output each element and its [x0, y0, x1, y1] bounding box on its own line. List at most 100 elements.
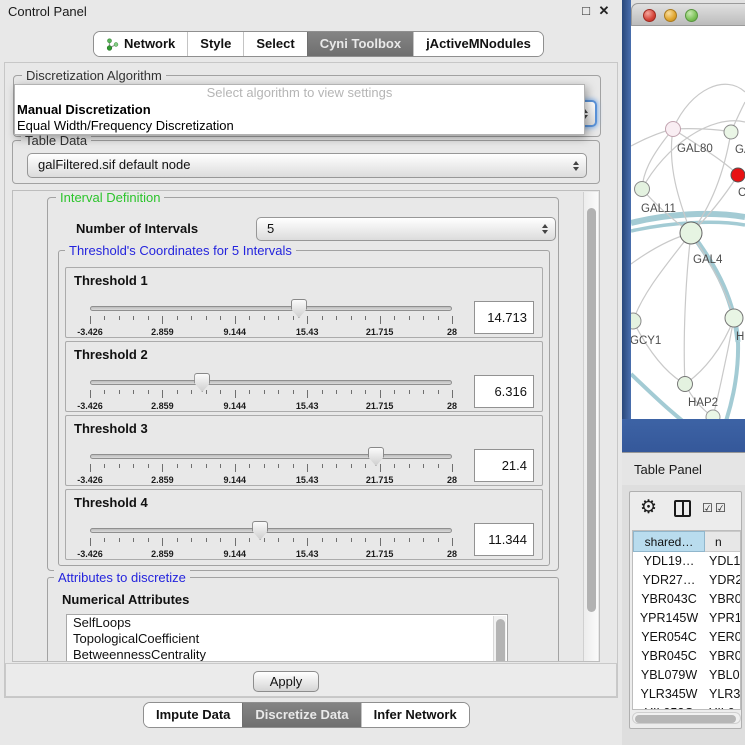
network-edge[interactable]: [633, 321, 685, 384]
network-node[interactable]: [724, 125, 738, 139]
algorithm-popup-options: Manual DiscretizationEqual Width/Frequen…: [15, 102, 584, 134]
table-data-combobox[interactable]: galFiltered.sif default node: [27, 153, 587, 178]
numerical-attributes-list[interactable]: SelfLoopsTopologicalCoefficientBetweenne…: [66, 614, 508, 662]
bottom-tab-bar: Impute DataDiscretize DataInfer Network: [143, 702, 470, 728]
tab-select[interactable]: Select: [243, 32, 306, 56]
slider-track[interactable]: [90, 380, 452, 385]
network-node[interactable]: [678, 377, 693, 392]
table-horizontal-scrollbar[interactable]: [632, 712, 741, 724]
attribute-item-topologicalcoefficient[interactable]: TopologicalCoefficient: [67, 631, 507, 647]
threshold-value-input[interactable]: [474, 523, 534, 556]
table-row[interactable]: YDL19…YDL1: [633, 552, 740, 571]
float-window-icon[interactable]: □: [578, 3, 594, 19]
table-panel-inner: ⚙ ☑ ☑ shared…n YDL19…YDL1YDR27…YDR2YBR04…: [629, 491, 742, 729]
table-row[interactable]: YDR27…YDR2: [633, 571, 740, 590]
tab-style[interactable]: Style: [187, 32, 243, 56]
attributes-group-title: Attributes to discretize: [54, 570, 190, 585]
network-edge[interactable]: [685, 318, 734, 384]
table-row[interactable]: YIL052CYIL0: [633, 704, 740, 710]
table-cell: YBL0: [705, 666, 740, 685]
tab-infer-network[interactable]: Infer Network: [361, 703, 469, 727]
control-panel-titlebar: Control Panel □ ✕: [0, 0, 622, 24]
table-data-group: Table Data galFiltered.sif default node: [12, 140, 600, 184]
attribute-item-betweennesscentrality[interactable]: BetweennessCentrality: [67, 647, 507, 662]
scale-label: 2.859: [151, 401, 174, 411]
scrollbar-thumb[interactable]: [496, 619, 505, 662]
network-view-window: GAL80GAGAL11CGAL4GCY1HHAP2: [622, 0, 745, 452]
apply-button[interactable]: Apply: [253, 671, 319, 692]
table-column-header[interactable]: shared…: [633, 531, 705, 552]
table-row[interactable]: YBR045CYBR0: [633, 647, 740, 666]
threshold-slider[interactable]: -3.4262.8599.14415.4321.71528: [90, 372, 452, 412]
slider-track[interactable]: [90, 528, 452, 533]
table-panel-titlebar: Table Panel: [622, 452, 745, 485]
network-node[interactable]: [680, 222, 702, 244]
network-node-label: HAP2: [688, 397, 718, 409]
threshold-value-input[interactable]: [474, 375, 534, 408]
scale-label: -3.426: [77, 475, 103, 485]
zoom-traffic-light-icon[interactable]: [685, 9, 698, 22]
table-row[interactable]: YLR345WYLR3: [633, 685, 740, 704]
checkbox-icon[interactable]: ☑: [702, 501, 713, 515]
interval-definition-group-title: Interval Definition: [56, 190, 164, 205]
table-column-header[interactable]: n: [705, 531, 740, 552]
checkbox-icon[interactable]: ☑: [715, 501, 726, 515]
combo-arrows-icon: [573, 161, 579, 171]
tab-network[interactable]: Network: [94, 32, 187, 56]
table-cell: YBR0: [705, 590, 740, 609]
table-row[interactable]: YER054CYER0: [633, 628, 740, 647]
table-row[interactable]: YPR145WYPR1: [633, 609, 740, 628]
split-columns-icon[interactable]: [674, 500, 691, 517]
network-node[interactable]: [706, 410, 720, 419]
close-icon[interactable]: ✕: [596, 3, 612, 19]
threshold-value-input[interactable]: [474, 449, 534, 482]
threshold-slider[interactable]: -3.4262.8599.14415.4321.71528: [90, 520, 452, 560]
slider-track[interactable]: [90, 306, 452, 311]
threshold-slider[interactable]: -3.4262.8599.14415.4321.71528: [90, 446, 452, 486]
slider-ticks: [90, 464, 452, 474]
scrollbar-thumb[interactable]: [635, 715, 736, 723]
attribute-item-selfloops[interactable]: SelfLoops: [67, 615, 507, 631]
tab-jactivemnodules[interactable]: jActiveMNodules: [413, 32, 543, 56]
combo-arrows-icon: [542, 224, 548, 234]
node-table-header: shared…n: [633, 531, 740, 552]
table-row[interactable]: YBR043CYBR0: [633, 590, 740, 609]
network-node[interactable]: [731, 168, 745, 182]
network-node[interactable]: [725, 309, 743, 327]
network-window-frame: [622, 0, 631, 452]
algorithm-option-manual-discretization[interactable]: Manual Discretization: [15, 102, 584, 118]
network-node[interactable]: [631, 313, 641, 329]
network-node[interactable]: [635, 182, 650, 197]
scale-label: -3.426: [77, 549, 103, 559]
table-row[interactable]: YBL079WYBL0: [633, 666, 740, 685]
discretization-algorithm-group-title: Discretization Algorithm: [22, 68, 166, 83]
algorithm-option-equal-width-frequency-discretization[interactable]: Equal Width/Frequency Discretization: [15, 118, 584, 134]
slider-track[interactable]: [90, 454, 452, 459]
scrollbar-thumb[interactable]: [587, 208, 596, 612]
gear-icon[interactable]: ⚙: [640, 497, 657, 519]
table-cell: YBR043C: [633, 590, 705, 609]
network-window-titlebar[interactable]: [631, 3, 745, 26]
close-traffic-light-icon[interactable]: [643, 9, 656, 22]
minimize-traffic-light-icon[interactable]: [664, 9, 677, 22]
node-table[interactable]: shared…n YDL19…YDL1YDR27…YDR2YBR043CYBR0…: [632, 530, 741, 710]
slider-scale-labels: -3.4262.8599.14415.4321.71528: [90, 401, 452, 413]
slider-ticks: [90, 538, 452, 548]
number-of-intervals-value: 5: [267, 221, 274, 236]
tab-impute-data[interactable]: Impute Data: [144, 703, 242, 727]
network-edge[interactable]: [633, 233, 691, 321]
tab-cyni-toolbox[interactable]: Cyni Toolbox: [307, 32, 413, 56]
tab-discretize-data[interactable]: Discretize Data: [242, 703, 360, 727]
number-of-intervals-combobox[interactable]: 5: [256, 217, 556, 241]
network-edge[interactable]: [684, 233, 691, 384]
network-edge[interactable]: [673, 84, 745, 129]
attributes-list-scrollbar[interactable]: [493, 616, 506, 662]
settings-vertical-scrollbar[interactable]: [583, 192, 598, 662]
threshold-value-input[interactable]: [474, 301, 534, 334]
table-cell: YDR27…: [633, 571, 705, 590]
network-canvas[interactable]: GAL80GAGAL11CGAL4GCY1HHAP2: [631, 26, 745, 419]
table-panel-title: Table Panel: [634, 462, 702, 477]
network-node[interactable]: [666, 122, 681, 137]
table-cell: YBR0: [705, 647, 740, 666]
threshold-slider[interactable]: -3.4262.8599.14415.4321.71528: [90, 298, 452, 338]
